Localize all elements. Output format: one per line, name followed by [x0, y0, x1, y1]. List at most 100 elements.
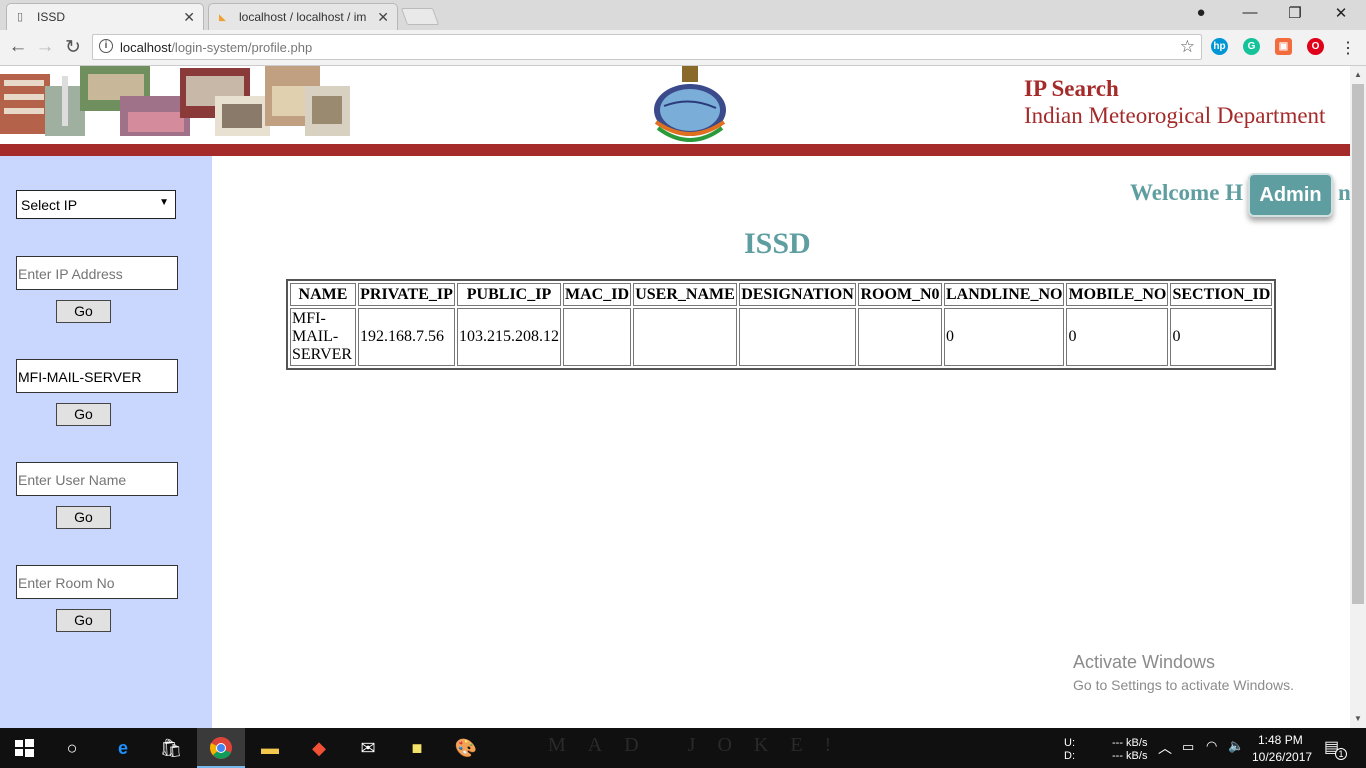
scroll-up-icon[interactable]: ▲	[1354, 70, 1362, 79]
table-cell: 0	[1066, 308, 1169, 366]
edge-icon[interactable]: e	[111, 736, 135, 760]
ip-go-button[interactable]: Go	[56, 300, 111, 323]
grammarly-icon[interactable]: G	[1243, 38, 1260, 55]
page-icon: ▯	[17, 11, 24, 23]
close-icon[interactable]: ✕	[183, 9, 195, 26]
name-input[interactable]: MFI-MAIL-SERVER	[16, 359, 178, 393]
extension-icon[interactable]: ▣	[1275, 38, 1292, 55]
admin-button[interactable]: Admin	[1248, 173, 1333, 217]
wallpaper-text: MAD JOKE!	[548, 734, 854, 756]
room-no-input[interactable]: Enter Room No	[16, 565, 178, 599]
mail-icon[interactable]: ✉	[356, 736, 380, 760]
net-up-speed: --- kB/s	[1112, 737, 1148, 749]
table-cell: 103.215.208.12	[457, 308, 561, 366]
table-cell	[739, 308, 856, 366]
sticky-notes-icon[interactable]: ■	[405, 736, 429, 760]
store-icon[interactable]: 🛍	[159, 736, 183, 760]
column-header: ROOM_N0	[858, 283, 942, 306]
forward-icon[interactable]: →	[34, 36, 56, 58]
scroll-down-icon[interactable]: ▼	[1354, 714, 1362, 723]
hp-extension-icon[interactable]: hp	[1211, 38, 1228, 55]
campus-photos-banner	[0, 66, 350, 136]
ip-address-input[interactable]: Enter IP Address	[16, 256, 178, 290]
name-go-button[interactable]: Go	[56, 403, 111, 426]
file-explorer-icon[interactable]: ▬	[258, 736, 282, 760]
table-cell: 0	[1170, 308, 1273, 366]
room-go-button[interactable]: Go	[56, 609, 111, 632]
clock-date[interactable]: 10/26/2017	[1252, 750, 1312, 764]
tab-issd[interactable]: ▯ ISSD ✕	[6, 3, 204, 30]
volume-icon[interactable]: 🔈	[1228, 738, 1244, 754]
windows-taskbar: ○ e 🛍 ▬ ◆ ✉ ■ 🎨 MAD JOKE! U: D: --- kB/s…	[0, 728, 1366, 768]
table-cell: 192.168.7.56	[358, 308, 455, 366]
git-icon[interactable]: ◆	[307, 736, 331, 760]
table-cell: MFI- MAIL- SERVER	[290, 308, 356, 366]
select-label: Select IP	[21, 197, 78, 213]
battery-icon[interactable]: ▭	[1182, 739, 1194, 755]
ip-select-dropdown[interactable]: Select IP ▼	[16, 190, 176, 219]
new-tab-button[interactable]	[400, 8, 440, 25]
windows-start-icon[interactable]	[12, 736, 36, 760]
sidebar: Select IP ▼ Enter IP Address Go MFI-MAIL…	[0, 156, 212, 728]
site-title: IP Search	[1024, 76, 1119, 101]
phpmyadmin-icon: ◣	[219, 12, 226, 22]
net-down-label: D:	[1064, 750, 1075, 762]
site-subtitle: Indian Meteorogical Department	[1024, 103, 1326, 128]
url-text: localhost/login-system/profile.php	[120, 40, 313, 55]
cortana-search-icon[interactable]: ○	[60, 736, 84, 760]
watermark-title: Activate Windows	[1073, 652, 1216, 672]
table-cell	[633, 308, 737, 366]
activate-windows-watermark: Activate Windows Go to Settings to activ…	[1073, 652, 1294, 693]
table-row: MFI- MAIL- SERVER 192.168.7.56 103.215.2…	[290, 308, 1273, 366]
tray-chevron-icon[interactable]: ︿	[1158, 738, 1172, 758]
column-header: MAC_ID	[563, 283, 631, 306]
net-up-label: U:	[1064, 737, 1075, 749]
back-icon[interactable]: ←	[7, 36, 29, 58]
url-field[interactable]: i localhost/login-system/profile.php ☆	[92, 34, 1202, 60]
column-header: LANDLINE_NO	[944, 283, 1065, 306]
tab-phpmyadmin[interactable]: ◣ localhost / localhost / im ✕	[208, 3, 398, 30]
column-header: USER_NAME	[633, 283, 737, 306]
user-go-button[interactable]: Go	[56, 506, 111, 529]
browser-tab-strip: ▯ ISSD ✕ ◣ localhost / localhost / im ✕ …	[0, 0, 1366, 30]
column-header: NAME	[290, 283, 356, 306]
notification-count-badge: 1	[1335, 748, 1347, 760]
column-header: DESIGNATION	[739, 283, 856, 306]
tab-title: localhost / localhost / im	[239, 10, 367, 24]
net-down-speed: --- kB/s	[1112, 750, 1148, 762]
imd-emblem-logo	[654, 66, 726, 142]
paint-icon[interactable]: 🎨	[454, 736, 478, 760]
wifi-icon[interactable]: ◠	[1206, 738, 1217, 754]
reload-icon[interactable]: ↻	[62, 36, 84, 59]
column-header: PRIVATE_IP	[358, 283, 455, 306]
bookmark-star-icon[interactable]: ☆	[1180, 37, 1195, 57]
column-header: PUBLIC_IP	[457, 283, 561, 306]
scroll-thumb[interactable]	[1352, 84, 1364, 604]
column-header: MOBILE_NO	[1066, 283, 1169, 306]
table-cell: 0	[944, 308, 1065, 366]
profile-icon[interactable]: ●	[1191, 4, 1211, 21]
ip-results-table: NAME PRIVATE_IP PUBLIC_IP MAC_ID USER_NA…	[286, 279, 1277, 370]
table-cell	[858, 308, 942, 366]
page-title: ISSD	[744, 227, 811, 260]
info-icon[interactable]: i	[99, 39, 113, 53]
chrome-icon[interactable]	[209, 736, 233, 760]
minimize-icon[interactable]: —	[1240, 4, 1260, 21]
table-cell	[563, 308, 631, 366]
address-bar: ← → ↻ i localhost/login-system/profile.p…	[0, 30, 1366, 66]
tab-title: ISSD	[37, 10, 66, 24]
watermark-subtitle: Go to Settings to activate Windows.	[1073, 677, 1294, 693]
table-header-row: NAME PRIVATE_IP PUBLIC_IP MAC_ID USER_NA…	[290, 283, 1273, 306]
dropdown-arrow-icon: ▼	[159, 197, 169, 208]
opera-icon[interactable]: O	[1307, 38, 1324, 55]
clock-time[interactable]: 1:48 PM	[1258, 733, 1303, 747]
site-header: IP Search Indian Meteorogical Department	[0, 66, 1350, 144]
column-header: SECTION_ID	[1170, 283, 1273, 306]
page-scrollbar[interactable]: ▲ ▼	[1350, 66, 1366, 728]
header-divider	[0, 144, 1350, 156]
window-close-icon[interactable]: ✕	[1331, 4, 1351, 22]
close-icon[interactable]: ✕	[377, 9, 389, 26]
restore-icon[interactable]: ❐	[1285, 4, 1305, 22]
menu-icon[interactable]: ⋮	[1338, 38, 1358, 58]
user-name-input[interactable]: Enter User Name	[16, 462, 178, 496]
